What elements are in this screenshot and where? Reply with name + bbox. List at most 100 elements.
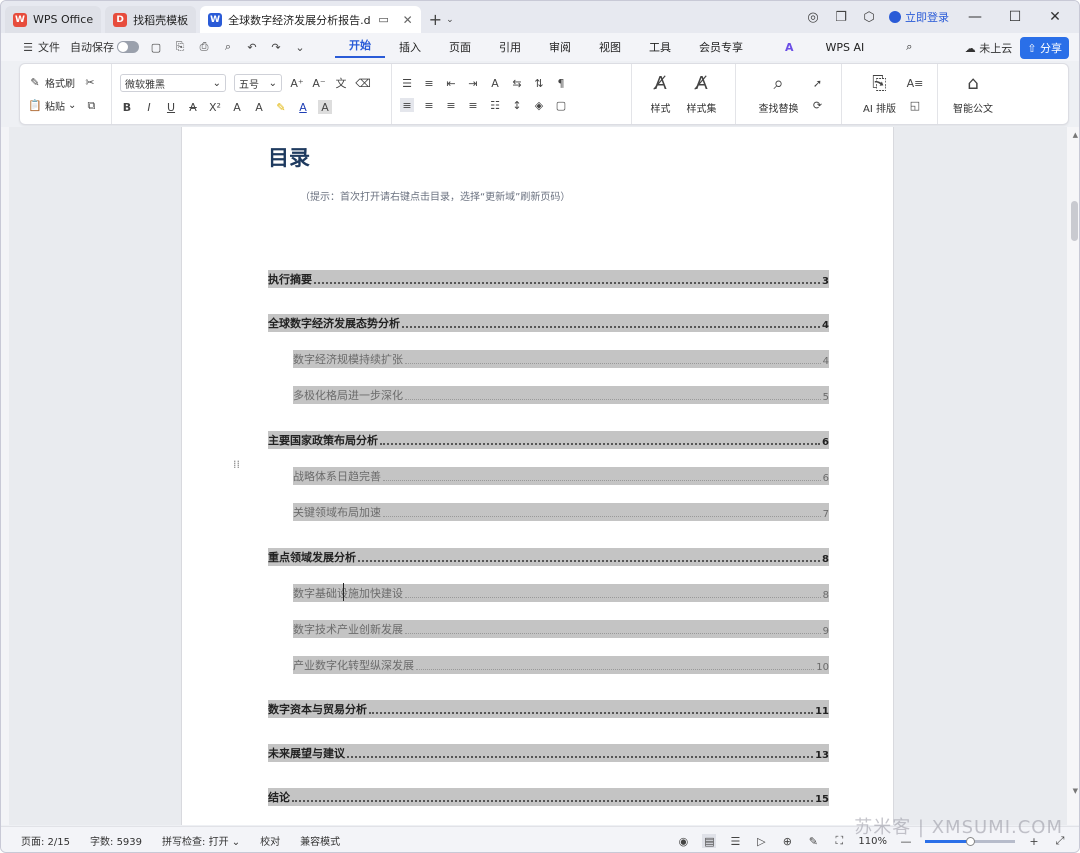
highlight-icon[interactable]: ✎: [274, 100, 288, 114]
toc-entry[interactable]: 主要国家政策布局分析 6: [268, 431, 829, 449]
grow-font-icon[interactable]: A⁺: [290, 76, 304, 90]
shrink-font-icon[interactable]: A⁻: [312, 76, 326, 90]
play-icon[interactable]: ▷: [754, 834, 768, 848]
maximize-button[interactable]: ☐: [1001, 9, 1029, 25]
search-icon[interactable]: ⌕: [892, 40, 926, 54]
increase-indent-icon[interactable]: ⇥: [466, 76, 480, 90]
styles-button[interactable]: A̸ 样式: [645, 73, 677, 115]
more-chevron-icon[interactable]: ⌄: [293, 40, 307, 54]
eye-icon[interactable]: ◉: [676, 834, 690, 848]
italic-icon[interactable]: I: [142, 100, 156, 114]
distributed-icon[interactable]: ☷: [488, 98, 502, 112]
document-page[interactable]: 目录 （提示：首次打开请右键点击目录，选择“更新域”刷新页码） 执行摘要 3 全球数…: [181, 127, 894, 825]
toc-entry[interactable]: 关键领域布局加速 7: [293, 503, 829, 521]
tab-docer-templates[interactable]: D 找稻壳模板: [105, 6, 197, 33]
find-replace-button[interactable]: ⌕ 查找替换: [753, 73, 805, 115]
char-border-icon[interactable]: A: [318, 100, 332, 114]
align-center-icon[interactable]: ≡: [422, 98, 436, 112]
toc-entry[interactable]: 未来展望与建议 13: [268, 744, 829, 762]
redo-icon[interactable]: ↷: [269, 40, 283, 54]
toc-entry[interactable]: 数字基础设施加快建设 8: [293, 584, 829, 602]
superscript-icon[interactable]: X²: [208, 100, 222, 114]
line-spacing-icon[interactable]: ↕: [510, 98, 524, 112]
bold-icon[interactable]: B: [120, 100, 134, 114]
menu-tools[interactable]: 工具: [635, 39, 685, 55]
border-icon[interactable]: ▢: [554, 98, 568, 112]
numbered-list-icon[interactable]: ≡: [422, 76, 436, 90]
toc-entry[interactable]: 全球数字经济发展态势分析 4: [268, 314, 829, 332]
close-window-button[interactable]: ✕: [1041, 9, 1069, 25]
phonetic-icon[interactable]: 文: [334, 76, 348, 90]
style-set-button[interactable]: A̸ 样式集: [681, 73, 723, 115]
menu-page[interactable]: 页面: [435, 39, 485, 55]
toc-entry[interactable]: 结论 15: [268, 788, 829, 806]
toc-entry[interactable]: 数字技术产业创新发展 9: [293, 620, 829, 638]
menu-wps-ai[interactable]: A WPS AI: [757, 41, 892, 54]
toc-entry[interactable]: 重点领域发展分析 8: [268, 548, 829, 566]
menu-view[interactable]: 视图: [585, 39, 635, 55]
scroll-up-icon[interactable]: ▲: [1073, 131, 1078, 139]
autosave-toggle[interactable]: 自动保存: [70, 39, 139, 55]
page-view-icon[interactable]: ▤: [702, 834, 717, 848]
shading-icon[interactable]: ◈: [532, 98, 546, 112]
font-family-select[interactable]: 微软雅黑 ⌄: [120, 74, 226, 92]
login-button[interactable]: 立即登录: [889, 9, 949, 25]
underline-icon[interactable]: U: [164, 100, 178, 114]
close-tab-icon[interactable]: ✕: [403, 13, 413, 27]
cut-icon[interactable]: ✂: [83, 76, 97, 90]
monitor-icon[interactable]: ▭: [377, 13, 391, 27]
toggle-switch[interactable]: [117, 41, 139, 53]
web-view-icon[interactable]: ⊕: [780, 834, 794, 848]
text-direction-icon[interactable]: ⇆: [510, 76, 524, 90]
select-pointer-icon[interactable]: ➚: [811, 76, 825, 90]
toc-entry[interactable]: 数字资本与贸易分析 11: [268, 700, 829, 718]
justify-icon[interactable]: ≡: [466, 98, 480, 112]
menu-insert[interactable]: 插入: [385, 39, 435, 55]
bullet-list-icon[interactable]: ☰: [400, 76, 414, 90]
menu-home[interactable]: 开始: [335, 37, 385, 58]
word-count[interactable]: 字数: 5939: [80, 833, 152, 848]
strikethrough-icon[interactable]: A: [186, 100, 200, 114]
decrease-indent-icon[interactable]: ⇤: [444, 76, 458, 90]
pen-icon[interactable]: ✎: [806, 834, 820, 848]
format-painter-button[interactable]: ✎ 格式刷: [28, 75, 75, 90]
page-count[interactable]: 页面: 2/15: [1, 833, 80, 848]
outline-icon[interactable]: ☰: [728, 834, 742, 848]
ai-layout-button[interactable]: ⎘ AI 排版: [857, 73, 902, 115]
share-button[interactable]: ⇧ 分享: [1020, 37, 1069, 59]
export-icon[interactable]: ⎘: [173, 40, 187, 54]
new-tab-button[interactable]: + ⌄: [429, 6, 454, 33]
convert-icon[interactable]: ⟳: [811, 98, 825, 112]
cube-icon[interactable]: ⬡: [861, 9, 877, 25]
font-color-icon[interactable]: A: [296, 100, 310, 114]
font-size-select[interactable]: 五号 ⌄: [234, 74, 282, 92]
align-left-icon[interactable]: ≡: [400, 98, 414, 112]
print-icon[interactable]: ⎙: [197, 40, 211, 54]
zoom-slider[interactable]: [925, 836, 1015, 846]
toc-entry[interactable]: 执行摘要 3: [268, 270, 829, 288]
file-menu[interactable]: ☰ 文件: [21, 39, 60, 55]
menu-references[interactable]: 引用: [485, 39, 535, 55]
shapes-icon[interactable]: ◱: [908, 98, 922, 112]
proofread[interactable]: 校对: [250, 833, 290, 848]
scroll-down-icon[interactable]: ▼: [1073, 787, 1078, 795]
copy-icon[interactable]: ⧉: [84, 99, 98, 113]
toc-entry[interactable]: 战略体系日趋完善 6: [293, 467, 829, 485]
show-marks-icon[interactable]: ¶: [554, 76, 568, 90]
fit-screen-icon[interactable]: ⛶: [832, 834, 846, 848]
align-right-icon[interactable]: ≡: [444, 98, 458, 112]
ai-assistant-icon[interactable]: ◎: [805, 9, 821, 25]
undo-icon[interactable]: ↶: [245, 40, 259, 54]
vertical-scrollbar[interactable]: ▲ ▼: [1067, 127, 1079, 825]
print-preview-icon[interactable]: ⌕: [221, 40, 235, 54]
tab-document[interactable]: W 全球数字经济发展分析报告.d ▭ ✕: [200, 6, 421, 33]
spell-check[interactable]: 拼写检查: 打开 ⌄: [152, 833, 250, 848]
text-box-icon[interactable]: A≡: [907, 76, 924, 90]
tab-wps-office[interactable]: W WPS Office: [5, 6, 102, 33]
menu-membership[interactable]: 会员专享: [685, 39, 757, 55]
menu-review[interactable]: 审阅: [535, 39, 585, 55]
smart-doc-button[interactable]: ⌂ 智能公文: [947, 73, 999, 115]
cloud-status[interactable]: ☁ 未上云: [965, 40, 1013, 56]
drag-handle-icon[interactable]: ⁞⁞: [233, 459, 240, 470]
toc-entry[interactable]: 多极化格局进一步深化 5: [293, 386, 829, 404]
